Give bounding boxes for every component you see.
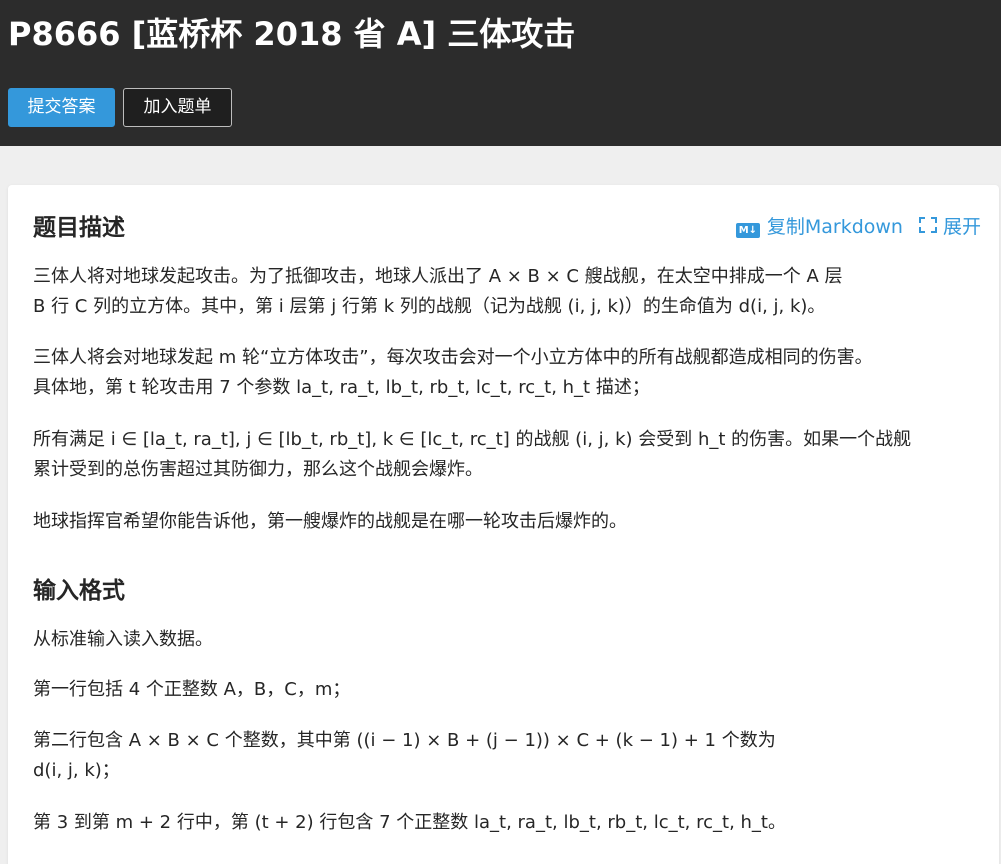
submit-answer-button[interactable]: 提交答案 [8,88,115,127]
expand-label: 展开 [942,216,981,238]
description-paragraph-1: 三体人将对地球发起攻击。为了抵御攻击，地球人派出了 A × B × C 艘战舰，… [33,262,978,322]
markdown-icon: M↓ [735,223,760,238]
description-paragraph-4: 地球指挥官希望你能告诉他，第一艘爆炸的战舰是在哪一轮攻击后爆炸的。 [33,507,978,537]
input-format-heading: 输入格式 [33,578,125,604]
description-p1-line2: B 行 C 列的立方体。其中，第 i 层第 j 行第 k 列的战舰（记为战舰 (… [33,296,826,317]
description-p2-line2: 具体地，第 t 轮攻击用 7 个参数 la_t, ra_t, lb_t, rb_… [33,377,650,398]
input-p4: 第 3 到第 m + 2 行中，第 (t + 2) 行包含 7 个正整数 la_… [33,812,786,833]
description-paragraph-2: 三体人将会对地球发起 m 轮“立方体攻击”，每次攻击会对一个小立方体中的所有战舰… [33,343,978,403]
copy-markdown-link[interactable]: M↓ 复制Markdown [735,213,903,241]
problem-content-card: 题目描述 M↓ 复制Markdown 展开 三体人将对地球发起攻击。为了抵御攻击，… [8,185,999,864]
description-p3-line2: 累计受到的总伤害超过其防御力，那么这个战舰会爆炸。 [33,459,483,480]
input-paragraph-4: 第 3 到第 m + 2 行中，第 (t + 2) 行包含 7 个正整数 la_… [33,808,978,838]
description-p3-line1: 所有满足 i ∈ [la_t, ra_t], j ∈ [lb_t, rb_t],… [33,429,912,450]
description-p2-line1: 三体人将会对地球发起 m 轮“立方体攻击”，每次攻击会对一个小立方体中的所有战舰… [33,347,873,368]
problem-title: P8666 [蓝桥杯 2018 省 A] 三体攻击 [8,15,576,53]
description-p4: 地球指挥官希望你能告诉他，第一艘爆炸的战舰是在哪一轮攻击后爆炸的。 [33,511,627,532]
input-paragraph-1: 从标准输入读入数据。 [33,625,978,655]
input-paragraph-3: 第二行包含 A × B × C 个整数，其中第 ((i − 1) × B + (… [33,726,978,786]
description-p1-line1: 三体人将对地球发起攻击。为了抵御攻击，地球人派出了 A × B × C 艘战舰，… [33,266,843,287]
copy-markdown-label: 复制Markdown [766,216,903,238]
input-p3-line2: d(i, j, k)； [33,760,120,781]
input-paragraph-2: 第一行包括 4 个正整数 A，B，C，m； [33,675,978,705]
problem-header: P8666 [蓝桥杯 2018 省 A] 三体攻击 提交答案 加入题单 [0,0,1001,146]
expand-icon [918,217,937,233]
input-p2: 第一行包括 4 个正整数 A，B，C，m； [33,679,351,700]
input-p1: 从标准输入读入数据。 [33,629,213,650]
expand-link[interactable]: 展开 [903,213,981,241]
content-toolbar: M↓ 复制Markdown 展开 [735,213,981,241]
input-p3-line1: 第二行包含 A × B × C 个整数，其中第 ((i − 1) × B + (… [33,730,776,751]
description-paragraph-3: 所有满足 i ∈ [la_t, ra_t], j ∈ [lb_t, rb_t],… [33,425,978,485]
description-heading: 题目描述 [33,215,125,241]
add-to-list-button[interactable]: 加入题单 [123,88,232,127]
